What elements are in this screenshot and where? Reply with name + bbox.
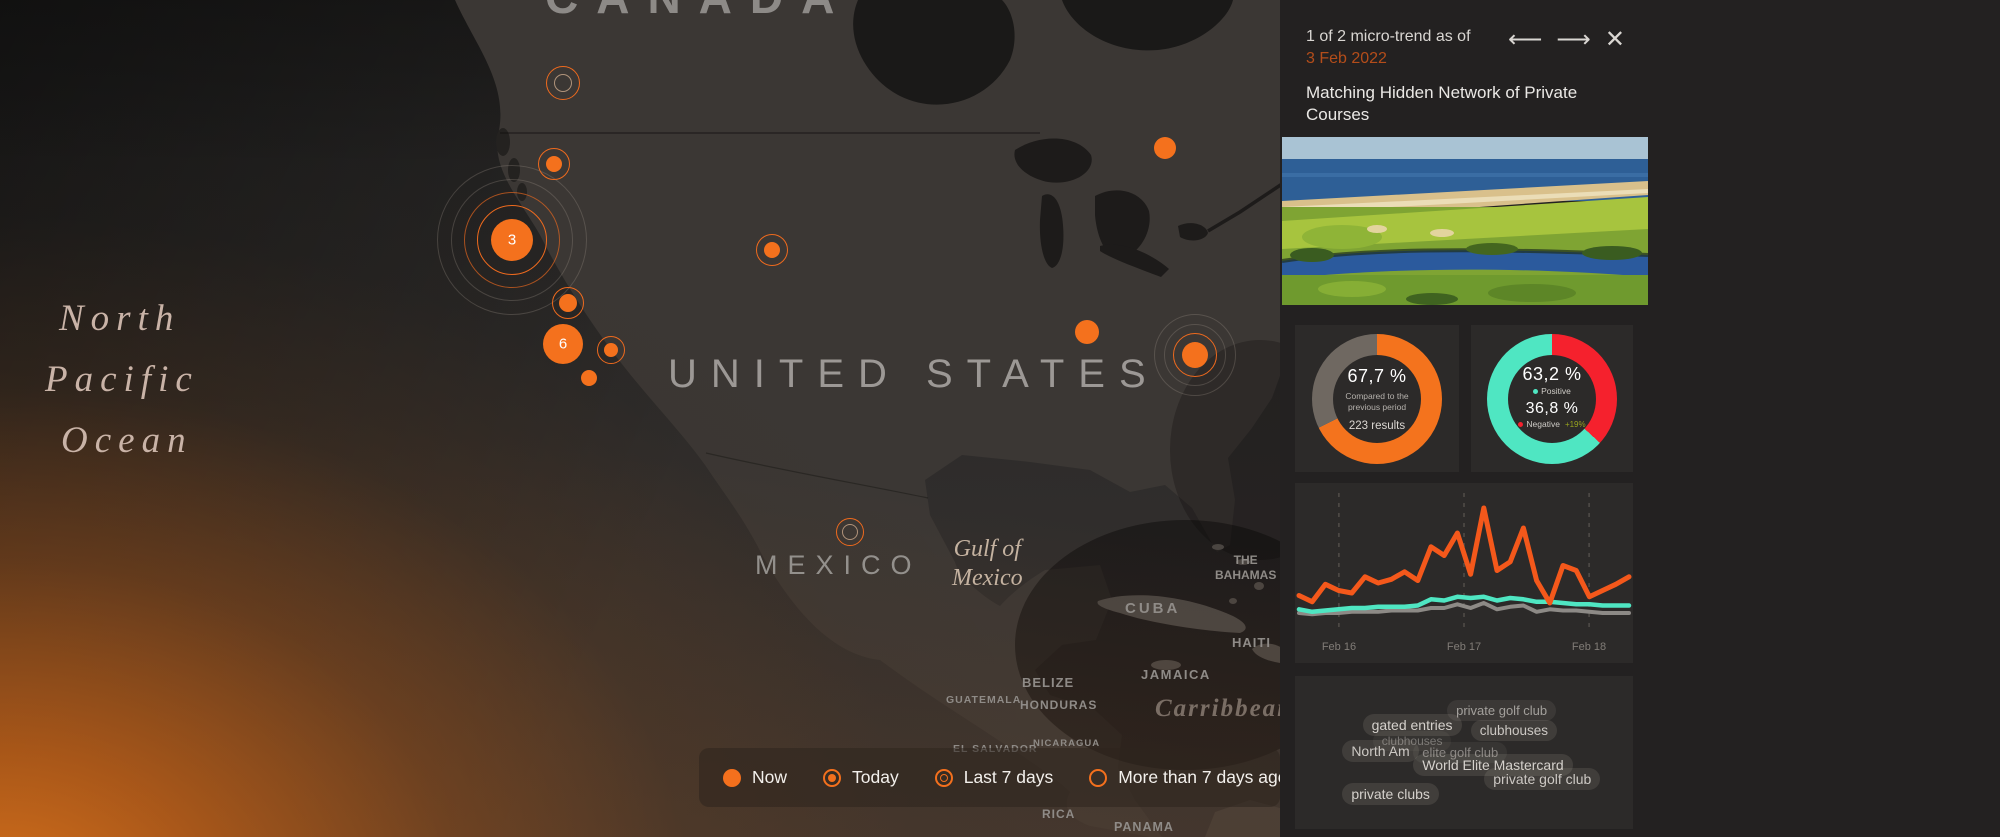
legend-label: Today xyxy=(852,767,899,788)
close-icon[interactable]: ✕ xyxy=(1605,26,1625,54)
sentiment-donut-card: 63,2 % Positive 36,8 % Negative +19% xyxy=(1471,325,1633,472)
legend-item-more-than-7-days[interactable]: More than 7 days ago xyxy=(1089,767,1280,788)
x-tick-feb16: Feb 16 xyxy=(1322,641,1356,653)
x-tick-feb17: Feb 17 xyxy=(1447,641,1481,653)
trend-counter: 1 of 2 micro-trend as of xyxy=(1306,28,1471,45)
now-dot-icon xyxy=(723,769,741,787)
cluster-count: 3 xyxy=(508,232,516,249)
cluster-count: 6 xyxy=(559,336,567,353)
legend-label: More than 7 days ago xyxy=(1118,767,1280,788)
x-tick-feb18: Feb 18 xyxy=(1572,641,1606,653)
trend-line-chart-card: Feb 16 Feb 17 Feb 18 xyxy=(1295,483,1633,663)
micro-trend-panel: 1 of 2 micro-trend as of 3 Feb 2022 ⟵ ⟶ … xyxy=(1280,0,2000,837)
legend-item-last-7-days[interactable]: Last 7 days xyxy=(935,767,1054,788)
word-cloud-tag[interactable]: North Am xyxy=(1342,740,1418,762)
trend-line-chart xyxy=(1295,483,1633,663)
golf-course-photo xyxy=(1282,137,1648,305)
double-ring-icon xyxy=(935,769,953,787)
word-cloud-tag[interactable]: private golf club xyxy=(1484,768,1600,790)
legend-label: Last 7 days xyxy=(964,767,1054,788)
word-cloud-card: private golf clubgated entriesclubhouses… xyxy=(1295,676,1633,829)
legend-item-now[interactable]: Now xyxy=(723,767,787,788)
previous-trend-arrow-icon[interactable]: ⟵ xyxy=(1508,26,1542,54)
app-root: CANADA UNITED STATES MEXICO North Pacifi… xyxy=(0,0,2000,837)
word-cloud-tag[interactable]: private clubs xyxy=(1342,783,1439,805)
word-cloud-tag[interactable]: clubhouses xyxy=(1471,720,1557,741)
word-cloud-tag[interactable]: private golf club xyxy=(1447,700,1556,721)
panel-nav: ⟵ ⟶ ✕ xyxy=(1508,26,1625,54)
comparison-donut-card: 67,7 % Compared to the previous period 2… xyxy=(1295,325,1459,472)
today-ring-dot-icon xyxy=(823,769,841,787)
trend-date: 3 Feb 2022 xyxy=(1306,50,1387,67)
next-trend-arrow-icon[interactable]: ⟶ xyxy=(1556,26,1590,54)
legend-item-today[interactable]: Today xyxy=(823,767,899,788)
empty-ring-icon xyxy=(1089,769,1107,787)
legend-label: Now xyxy=(752,767,787,788)
trend-title: Matching Hidden Network of Private Cours… xyxy=(1306,82,1616,126)
map-legend: Now Today Last 7 days More than 7 days a… xyxy=(699,748,1280,807)
